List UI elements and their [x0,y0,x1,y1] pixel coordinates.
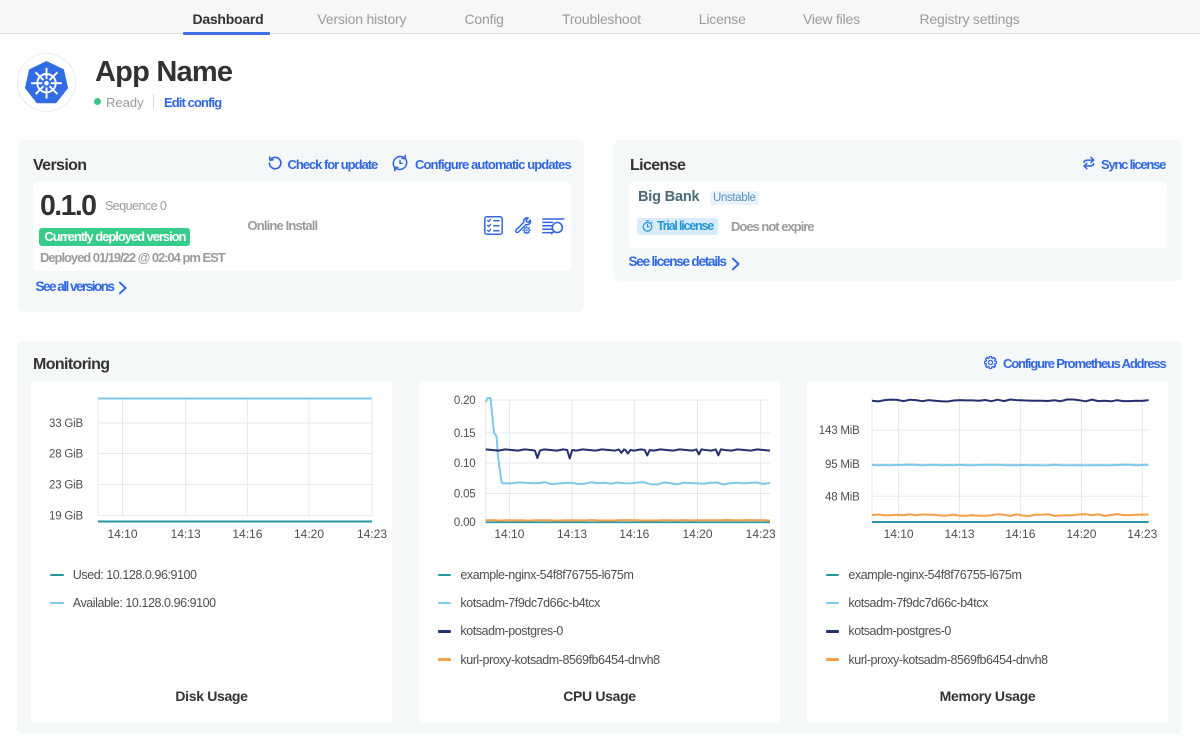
svg-text:14:23: 14:23 [746,527,776,541]
svg-text:14:16: 14:16 [1005,527,1035,541]
svg-text:14:20: 14:20 [1066,527,1096,541]
svg-text:14:10: 14:10 [494,527,524,541]
svg-text:14:10: 14:10 [107,527,137,541]
svg-text:19 GiB: 19 GiB [49,511,83,523]
svg-text:0.15: 0.15 [454,428,476,440]
svg-text:33 GiB: 33 GiB [49,418,83,430]
svg-text:14:20: 14:20 [682,527,712,541]
svg-text:28 GiB: 28 GiB [49,449,83,461]
svg-text:14:13: 14:13 [944,527,974,541]
svg-text:14:13: 14:13 [557,527,587,541]
svg-text:0.10: 0.10 [454,458,476,470]
svg-text:23 GiB: 23 GiB [49,480,83,492]
svg-text:14:13: 14:13 [171,527,201,541]
svg-text:143 MiB: 143 MiB [819,425,860,437]
svg-text:48 MiB: 48 MiB [825,491,860,503]
svg-text:14:10: 14:10 [884,527,914,541]
svg-text:0.20: 0.20 [454,395,476,407]
svg-text:14:16: 14:16 [232,527,262,541]
svg-text:0.05: 0.05 [454,489,476,501]
svg-text:0.00: 0.00 [454,517,476,529]
svg-text:14:23: 14:23 [357,527,387,541]
svg-text:14:16: 14:16 [619,527,649,541]
svg-text:14:23: 14:23 [1127,527,1157,541]
svg-text:95 MiB: 95 MiB [825,459,860,471]
svg-text:14:20: 14:20 [294,527,324,541]
